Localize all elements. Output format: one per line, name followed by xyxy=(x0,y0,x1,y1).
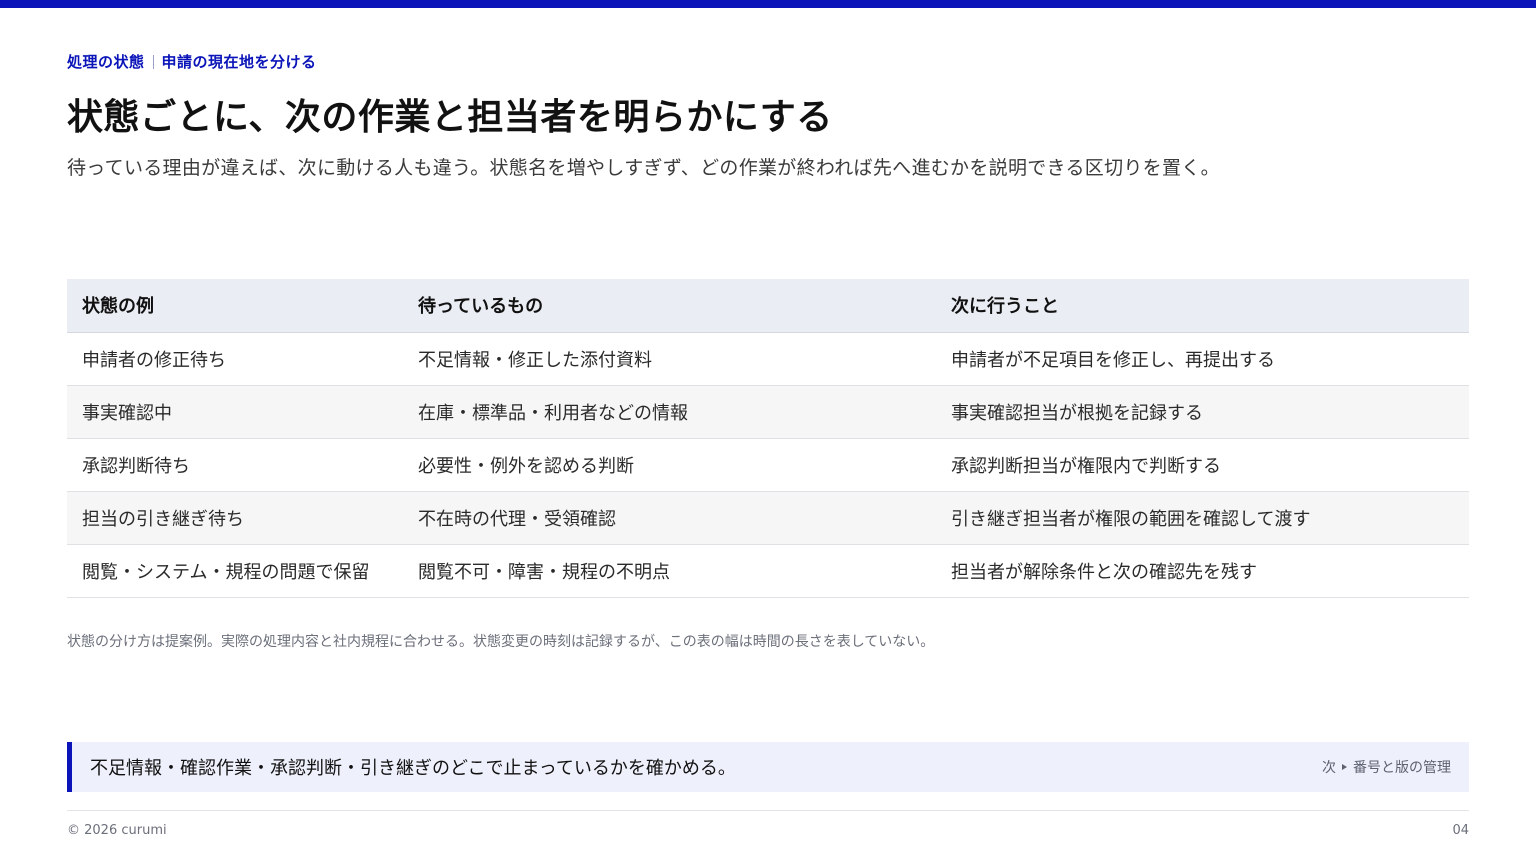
cell-status: 承認判断待ち xyxy=(67,438,403,492)
cell-status: 申請者の修正待ち xyxy=(67,332,403,386)
kicker-divider xyxy=(152,55,154,69)
cell-waiting: 必要性・例外を認める判断 xyxy=(403,438,936,492)
kicker-topic: 申請の現在地を分ける xyxy=(161,53,317,71)
cell-waiting: 不在時の代理・受領確認 xyxy=(403,491,936,545)
cell-waiting: 不足情報・修正した添付資料 xyxy=(403,332,936,386)
cell-status: 閲覧・システム・規程の問題で保留 xyxy=(67,544,403,598)
cell-next: 承認判断担当が権限内で判断する xyxy=(936,438,1469,492)
cell-next: 引き継ぎ担当者が権限の範囲を確認して渡す xyxy=(936,491,1469,545)
cell-next: 申請者が不足項目を修正し、再提出する xyxy=(936,332,1469,386)
callout-text: 不足情報・確認作業・承認判断・引き継ぎのどこで止まっているかを確かめる。 xyxy=(90,758,736,779)
cell-waiting: 在庫・標準品・利用者などの情報 xyxy=(403,385,936,439)
copyright: © 2026 curumi xyxy=(67,823,167,838)
triangle-right-icon xyxy=(1342,764,1347,770)
column-header-waiting: 待っているもの xyxy=(403,279,936,333)
cell-status: 担当の引き継ぎ待ち xyxy=(67,491,403,545)
table-header-row: 状態の例 待っているもの 次に行うこと xyxy=(67,279,1469,333)
cell-status: 事実確認中 xyxy=(67,385,403,439)
table-row: 担当の引き継ぎ待ち 不在時の代理・受領確認 引き継ぎ担当者が権限の範囲を確認して… xyxy=(67,491,1469,545)
cell-next: 事実確認担当が根拠を記録する xyxy=(936,385,1469,439)
table-body: 申請者の修正待ち 不足情報・修正した添付資料 申請者が不足項目を修正し、再提出す… xyxy=(67,332,1469,598)
table-row: 申請者の修正待ち 不足情報・修正した添付資料 申請者が不足項目を修正し、再提出す… xyxy=(67,332,1469,386)
footer-divider xyxy=(67,810,1469,811)
column-header-next: 次に行うこと xyxy=(936,279,1469,333)
table-footnote: 状態の分け方は提案例。実際の処理内容と社内規程に合わせる。状態変更の時刻は記録す… xyxy=(67,634,935,650)
table-header: 状態の例 待っているもの 次に行うこと xyxy=(67,279,1469,333)
next-prefix: 次 xyxy=(1322,760,1336,776)
slide: 処理の状態 申請の現在地を分ける 状態ごとに、次の作業と担当者を明らかにする 待っ… xyxy=(0,0,1536,864)
column-header-status: 状態の例 xyxy=(67,279,403,333)
summary-callout: 不足情報・確認作業・承認判断・引き継ぎのどこで止まっているかを確かめる。 次 番… xyxy=(67,742,1469,792)
next-section-link[interactable]: 次 番号と版の管理 xyxy=(1322,757,1451,777)
page-subtitle: 待っている理由が違えば、次に動ける人も違う。状態名を増やしすぎず、どの作業が終わ… xyxy=(67,157,1220,179)
table-row: 閲覧・システム・規程の問題で保留 閲覧不可・障害・規程の不明点 担当者が解除条件… xyxy=(67,544,1469,598)
page-title: 状態ごとに、次の作業と担当者を明らかにする xyxy=(67,97,833,138)
cell-waiting: 閲覧不可・障害・規程の不明点 xyxy=(403,544,936,598)
kicker: 処理の状態 申請の現在地を分ける xyxy=(67,51,317,72)
table-row: 事実確認中 在庫・標準品・利用者などの情報 事実確認担当が根拠を記録する xyxy=(67,385,1469,439)
top-accent-bar xyxy=(0,0,1536,8)
page-number: 04 xyxy=(1452,823,1469,838)
cell-next: 担当者が解除条件と次の確認先を残す xyxy=(936,544,1469,598)
kicker-section: 処理の状態 xyxy=(67,53,145,71)
status-table: 状態の例 待っているもの 次に行うこと 申請者の修正待ち 不足情報・修正した添付… xyxy=(67,279,1469,598)
next-section-label: 番号と版の管理 xyxy=(1353,760,1451,776)
table-row: 承認判断待ち 必要性・例外を認める判断 承認判断担当が権限内で判断する xyxy=(67,438,1469,492)
